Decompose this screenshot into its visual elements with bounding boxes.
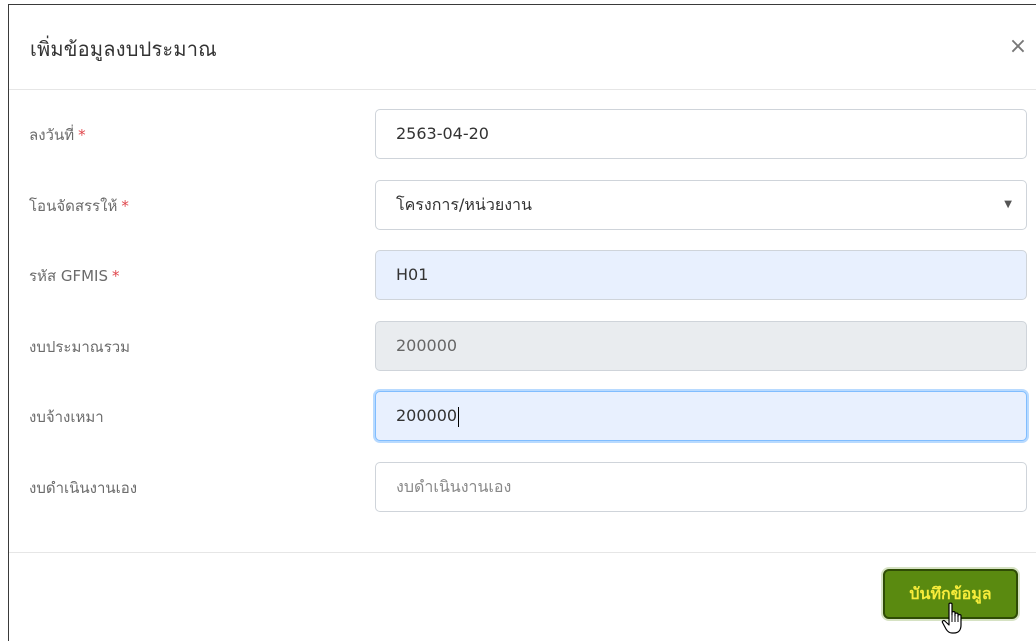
date-label: ลงวันที่ * <box>29 126 86 144</box>
contract-budget-label: งบจ้างเหมา <box>29 408 104 426</box>
form-row-total-budget: งบประมาณรวม 200000 <box>9 321 1036 373</box>
contract-budget-input[interactable]: 200000 <box>375 391 1027 441</box>
chevron-down-icon: ▼ <box>1004 199 1012 210</box>
close-icon[interactable]: × <box>1006 35 1030 59</box>
hand-pointer-cursor-icon <box>941 602 962 634</box>
contract-budget-value: 200000 <box>396 406 458 425</box>
modal-title: เพิ่มข้อมูลงบประมาณ <box>30 37 217 61</box>
form-row-transfer-to: โอนจัดสรรให้ * โครงการ/หน่วยงาน ▼ <box>9 180 1036 232</box>
self-budget-label: งบดำเนินงานเอง <box>29 479 138 497</box>
footer-divider <box>9 552 1036 553</box>
transfer-to-selected-value: โครงการ/หน่วยงาน <box>396 195 532 214</box>
date-input[interactable]: 2563-04-20 <box>375 109 1027 159</box>
self-budget-input[interactable]: งบดำเนินงานเอง <box>375 462 1027 512</box>
form-row-gfmis: รหัส GFMIS * H01 <box>9 250 1036 302</box>
transfer-to-label: โอนจัดสรรให้ * <box>29 197 129 215</box>
modal-header: เพิ่มข้อมูลงบประมาณ × <box>9 5 1036 90</box>
form-row-contract-budget: งบจ้างเหมา 200000 <box>9 391 1036 443</box>
total-budget-label: งบประมาณรวม <box>29 338 131 356</box>
required-mark: * <box>112 267 120 285</box>
required-mark: * <box>121 197 129 215</box>
form-row-self-budget: งบดำเนินงานเอง งบดำเนินงานเอง <box>9 462 1036 514</box>
transfer-to-select[interactable]: โครงการ/หน่วยงาน ▼ <box>375 180 1027 230</box>
text-caret <box>458 406 460 427</box>
add-budget-modal: เพิ่มข้อมูลงบประมาณ × ลงวันที่ * 2563-04-… <box>8 4 1036 641</box>
gfmis-code-input[interactable]: H01 <box>375 250 1027 300</box>
required-mark: * <box>78 126 86 144</box>
gfmis-label: รหัส GFMIS * <box>29 267 120 285</box>
form-row-date: ลงวันที่ * 2563-04-20 <box>9 109 1036 161</box>
total-budget-input: 200000 <box>375 321 1027 371</box>
